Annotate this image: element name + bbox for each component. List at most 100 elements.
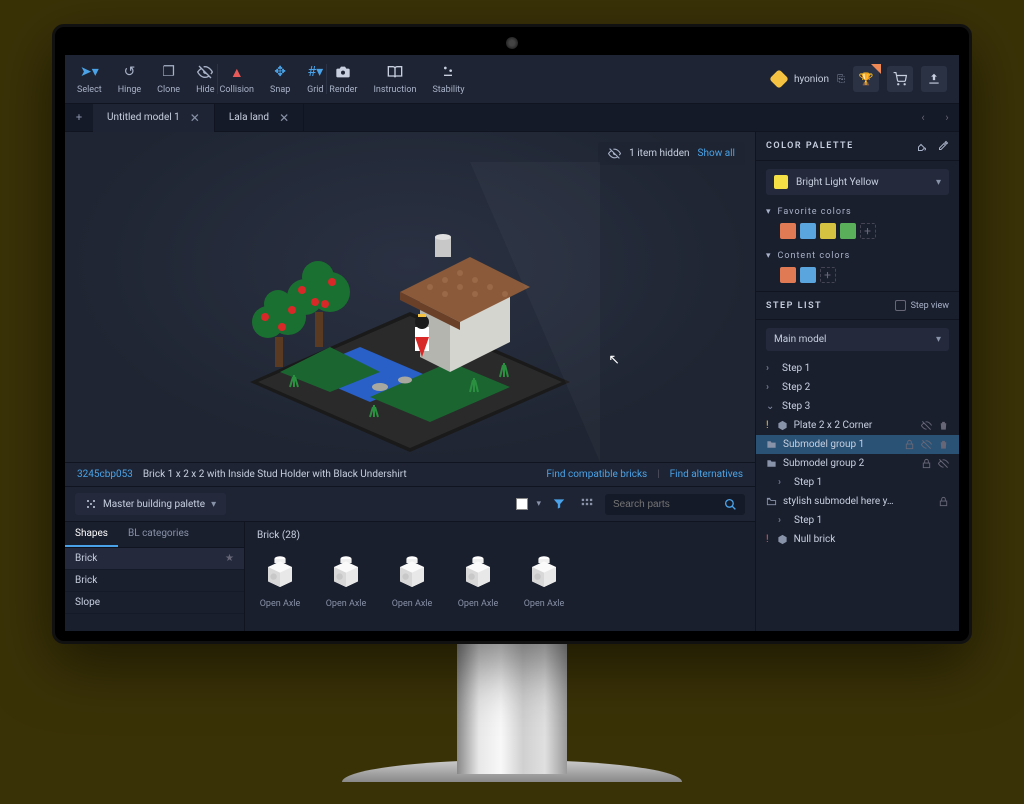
add-color-button[interactable]: + (820, 267, 836, 283)
upload-button[interactable] (921, 66, 947, 92)
hide-icon[interactable] (921, 420, 932, 431)
part-card[interactable]: Open Axle (319, 547, 373, 609)
side-panel: COLOR PALETTE Bright Light Yellow ▾ (755, 132, 959, 631)
search-input[interactable] (613, 499, 718, 510)
color-swatch[interactable] (780, 267, 796, 283)
lock-icon[interactable] (904, 439, 915, 450)
trophy-button[interactable]: 🏆 (853, 66, 879, 92)
step-label: stylish submodel here y… (783, 496, 894, 507)
tab-lalaland[interactable]: Lala land ✕ (215, 104, 304, 132)
show-all-link[interactable]: Show all (698, 148, 735, 159)
monitor-stand-neck (457, 644, 567, 774)
grid-view-icon[interactable] (577, 494, 597, 514)
current-color-select[interactable]: Bright Light Yellow ▾ (766, 169, 949, 195)
part-id[interactable]: 3245cbp053 (77, 469, 133, 480)
section-toggle[interactable]: ▾ Content colors (766, 251, 949, 261)
hide-tool[interactable]: Hide (196, 63, 214, 95)
category-item[interactable]: Brick (65, 570, 244, 592)
part-item[interactable]: !Plate 2 x 2 Corner (756, 416, 959, 435)
part-label: Open Axle (260, 599, 301, 609)
chevron-icon[interactable]: › (766, 382, 776, 393)
part-card[interactable]: Open Axle (253, 547, 307, 609)
hinge-tool[interactable]: ↺ Hinge (118, 63, 141, 95)
clone-tool[interactable]: ❐ Clone (157, 63, 180, 95)
render-tool[interactable]: Render (329, 63, 357, 95)
part-item[interactable]: !Null brick (756, 530, 959, 549)
star-icon[interactable]: ★ (225, 553, 234, 564)
folder-icon (766, 458, 777, 469)
section-toggle[interactable]: ▾ Favorite colors (766, 207, 949, 217)
add-color-button[interactable]: + (860, 223, 876, 239)
viewport-3d[interactable]: 1 item hidden Show all (65, 132, 755, 462)
part-card[interactable]: Open Axle (385, 547, 439, 609)
chevron-down-icon: ▾ (936, 177, 941, 188)
hide-icon[interactable] (921, 439, 932, 450)
category-column: Shapes BL categories Brick ★ Brick (65, 522, 245, 631)
submodel-folder[interactable]: stylish submodel here y… (756, 492, 959, 511)
tab-shapes[interactable]: Shapes (65, 522, 118, 547)
category-label: Brick (75, 553, 97, 564)
step-item[interactable]: ›Step 2 (756, 378, 959, 397)
submodel-folder[interactable]: Submodel group 2 (756, 454, 959, 473)
tab-label: Untitled model 1 (107, 112, 180, 123)
eyedropper-icon[interactable] (937, 140, 949, 152)
model-select[interactable]: Main model ▾ (766, 328, 949, 351)
paint-bucket-icon[interactable] (915, 140, 927, 152)
cart-button[interactable] (887, 66, 913, 92)
color-swatch[interactable] (780, 223, 796, 239)
find-alternatives-link[interactable]: Find alternatives (670, 469, 743, 480)
color-swatch[interactable] (820, 223, 836, 239)
lock-icon[interactable] (938, 496, 949, 507)
color-filter-swatch[interactable] (516, 498, 528, 510)
color-swatch[interactable] (840, 223, 856, 239)
find-compatible-link[interactable]: Find compatible bricks (546, 469, 647, 480)
lock-icon[interactable] (921, 458, 932, 469)
filter-icon[interactable] (549, 494, 569, 514)
instruction-tool[interactable]: Instruction (373, 63, 416, 95)
step-view-toggle[interactable]: Step view (895, 300, 949, 311)
chevron-icon[interactable]: › (766, 363, 776, 374)
step-label: Null brick (794, 534, 836, 545)
hide-icon[interactable] (938, 458, 949, 469)
step-item[interactable]: ›Step 1 (756, 359, 959, 378)
part-card[interactable]: Open Axle (451, 547, 505, 609)
tab-untitled[interactable]: Untitled model 1 ✕ (93, 104, 215, 132)
submodel-folder[interactable]: Submodel group 1 (756, 435, 959, 454)
grid-tool[interactable]: #▾ Grid (306, 63, 324, 95)
step-item[interactable]: ›Step 1 (756, 511, 959, 530)
close-tab-icon[interactable]: ✕ (279, 111, 289, 125)
step-item[interactable]: ⌄ Step 3 (756, 397, 959, 416)
tab-next-button[interactable]: › (935, 104, 959, 132)
folder-icon (766, 439, 777, 450)
part-card[interactable]: Open Axle (517, 547, 571, 609)
tab-bl-categories[interactable]: BL categories (118, 522, 199, 547)
stability-icon (439, 63, 457, 81)
close-tab-icon[interactable]: ✕ (190, 111, 200, 125)
step-item[interactable]: ›Step 1 (756, 473, 959, 492)
palette-select[interactable]: Master building palette ▾ (75, 493, 226, 515)
palette-label: Master building palette (103, 499, 205, 510)
logout-icon[interactable]: ⎘ (837, 74, 845, 85)
tab-prev-button[interactable]: ‹ (911, 104, 935, 132)
render-label: Render (329, 85, 357, 95)
camera-icon (334, 63, 352, 81)
color-swatch[interactable] (800, 223, 816, 239)
category-item[interactable]: Slope (65, 592, 244, 614)
parts-grid: Brick (28) Open AxleOpen AxleOpen AxleOp… (245, 522, 755, 631)
select-tool[interactable]: ➤▾ Select (77, 63, 102, 95)
snap-tool[interactable]: ✥ Snap (270, 63, 290, 95)
step-label: Step 3 (782, 401, 810, 412)
collision-tool[interactable]: ▲ Collision (220, 63, 255, 95)
search-icon[interactable] (724, 498, 737, 511)
chevron-icon[interactable]: ⌄ (766, 401, 776, 412)
delete-icon[interactable] (938, 439, 949, 450)
chevron-icon[interactable]: › (778, 515, 788, 526)
delete-icon[interactable] (938, 420, 949, 431)
stability-tool[interactable]: Stability (432, 63, 464, 95)
chevron-down-icon[interactable]: ▾ (536, 499, 541, 509)
chevron-icon[interactable]: › (778, 477, 788, 488)
category-item[interactable]: Brick ★ (65, 548, 244, 570)
add-tab-button[interactable]: + (65, 104, 93, 132)
palette-icon (85, 498, 97, 510)
color-swatch[interactable] (800, 267, 816, 283)
